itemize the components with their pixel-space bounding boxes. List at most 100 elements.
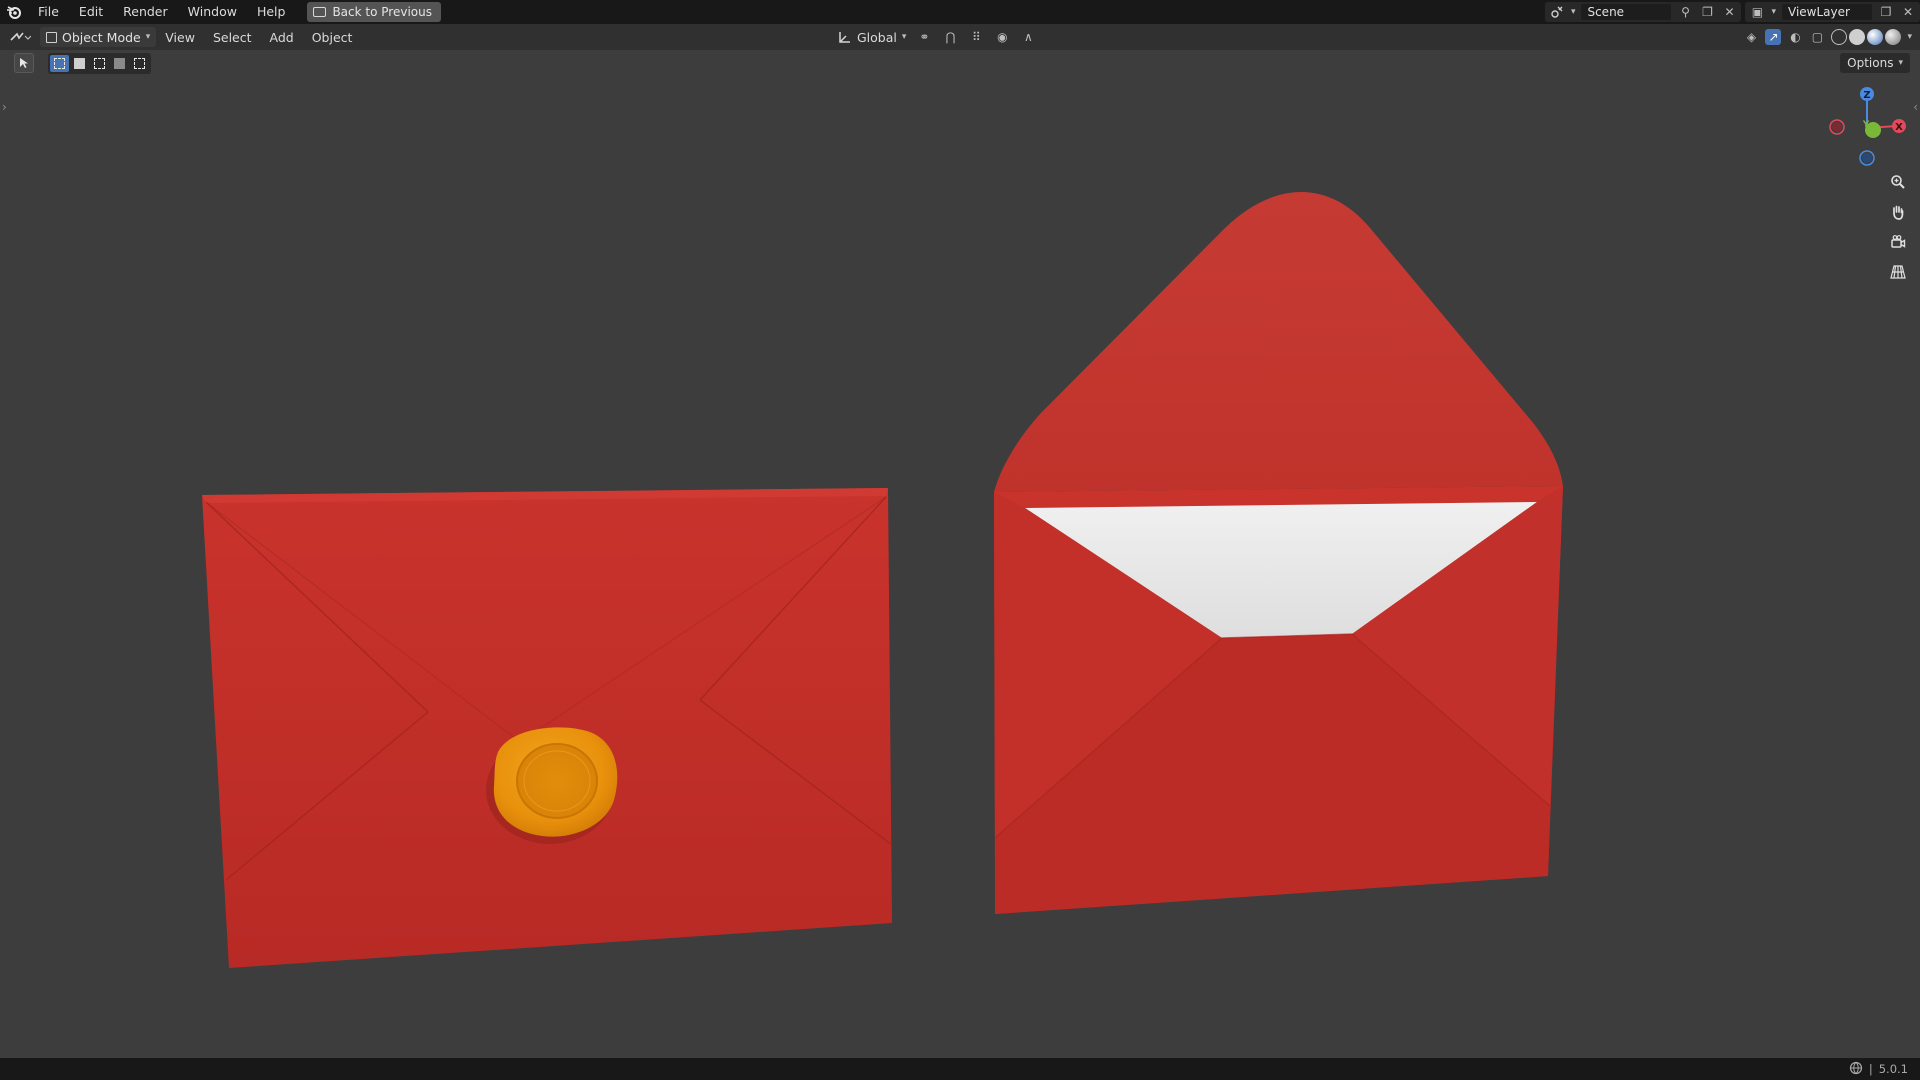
gizmo-y-label: Y [1862, 120, 1870, 130]
camera-view-button[interactable] [1886, 230, 1910, 254]
envelope-bottom-flap [995, 634, 1550, 914]
menu-help[interactable]: Help [247, 0, 296, 24]
options-label: Options [1847, 56, 1894, 70]
envelope-top-edge [202, 488, 888, 503]
pin-icon[interactable]: ⚲ [1677, 4, 1693, 20]
material-preview-shading-icon[interactable] [1867, 29, 1884, 45]
view-layer-name-field[interactable]: ViewLayer [1782, 4, 1872, 20]
viewport-header: Object Mode ▾ View Select Add Object Glo… [0, 24, 1920, 50]
camera-icon [1891, 235, 1906, 248]
snap-icon[interactable]: ⋂ [942, 29, 958, 45]
cube-icon [46, 31, 57, 43]
envelope-fold-lines [205, 496, 893, 881]
top-right-controls: ▾ Scene ⚲ ❐ ✕ ▣ ▾ ViewLayer ❐ ✕ [1544, 0, 1920, 24]
scene-name-field[interactable]: Scene [1581, 4, 1672, 20]
gizmo-x-handle[interactable] [1892, 119, 1906, 133]
menu-window[interactable]: Window [178, 0, 247, 24]
editor-type-button[interactable] [0, 24, 40, 50]
xray-icon[interactable]: ▢ [1809, 29, 1825, 45]
close-icon[interactable]: ✕ [1721, 4, 1737, 20]
visibility-icon[interactable]: ◈ [1743, 29, 1759, 45]
zoom-icon [1891, 175, 1905, 189]
menu-add[interactable]: Add [261, 30, 303, 45]
new-view-layer-icon[interactable]: ❐ [1878, 4, 1894, 20]
envelope-right-flap [1352, 486, 1563, 806]
blender-logo-icon[interactable] [0, 0, 28, 24]
gizmo-z-handle[interactable] [1860, 87, 1874, 101]
envelope-body [202, 488, 892, 968]
screen-icon [313, 7, 327, 17]
gizmo-neg-x-handle[interactable] [1829, 119, 1845, 135]
status-bar: | 5.0.1 [0, 1058, 1920, 1080]
menu-file[interactable]: File [28, 0, 69, 24]
chevron-down-icon: ▾ [1570, 7, 1576, 17]
orientation-icon [839, 32, 850, 43]
envelope-left-flap [994, 492, 1222, 838]
select-new-icon [54, 57, 65, 69]
open-envelope[interactable] [994, 192, 1563, 914]
view-layer-selector[interactable]: ▣ ▾ ViewLayer ❐ ✕ [1745, 2, 1920, 22]
solid-shading-icon[interactable] [1849, 29, 1866, 45]
envelope-back-body [994, 486, 1563, 914]
sidebar-expand-arrow-icon[interactable]: ‹ [1913, 100, 1918, 114]
perspective-toggle-button[interactable] [1886, 260, 1910, 284]
viewport-display-controls: ◈ ↗ ◐ ▢ ▾ [1743, 27, 1912, 47]
select-intersect-button[interactable] [130, 55, 149, 72]
snap-target-icon[interactable]: ⠿ [968, 29, 984, 45]
scene-selector[interactable]: ▾ Scene ⚲ ❐ ✕ [1544, 2, 1742, 22]
hand-icon [1893, 205, 1904, 220]
select-extend-icon [74, 57, 85, 69]
chevron-down-icon: ▾ [145, 32, 151, 42]
tool-settings-row [0, 50, 151, 76]
select-tool-button[interactable] [14, 53, 34, 73]
select-subtract-icon [94, 57, 105, 69]
close-icon[interactable]: ✕ [1900, 4, 1916, 20]
object-mode-label: Object Mode [62, 29, 141, 45]
wax-seal[interactable] [486, 727, 618, 844]
menu-view[interactable]: View [156, 30, 204, 45]
shading-modes [1831, 29, 1902, 45]
rendered-shading-icon[interactable] [1885, 29, 1902, 45]
back-to-previous-button[interactable]: Back to Previous [307, 2, 441, 22]
3d-viewport[interactable]: Z X Y [0, 0, 1920, 1058]
gizmo-neg-z-fill [1862, 153, 1872, 163]
gizmo-neg-x-fill [1832, 122, 1842, 132]
gizmo-z-label: Z [1863, 90, 1870, 101]
zoom-button[interactable] [1886, 170, 1910, 194]
pan-button[interactable] [1886, 200, 1910, 224]
new-scene-icon[interactable]: ❐ [1699, 4, 1715, 20]
closed-envelope[interactable] [202, 488, 893, 968]
wax-seal-shadow [486, 736, 614, 844]
toolbar-expand-arrow-icon[interactable]: › [2, 100, 7, 114]
navigation-gizmo[interactable]: Z X Y [1829, 87, 1906, 166]
gizmo-y-handle[interactable] [1865, 122, 1881, 138]
object-mode-dropdown[interactable]: Object Mode ▾ [40, 27, 157, 47]
select-subtract-button[interactable] [90, 55, 109, 72]
menu-object[interactable]: Object [303, 30, 362, 45]
chevron-down-icon: ▾ [901, 32, 907, 42]
wireframe-shading-icon[interactable] [1831, 29, 1848, 45]
select-invert-button[interactable] [110, 55, 129, 72]
gizmo-x-axis [1866, 125, 1898, 129]
proportional-editing-icon[interactable]: ◉ [994, 29, 1010, 45]
falloff-icon[interactable]: ∧ [1020, 29, 1036, 45]
gizmo-toggle-icon[interactable]: ↗ [1765, 29, 1782, 45]
gizmo-neg-z-handle[interactable] [1859, 150, 1875, 166]
pivot-point-icon[interactable]: ⚭ [916, 29, 932, 45]
scene-icon [1549, 4, 1565, 20]
options-dropdown[interactable]: Options ▾ [1840, 53, 1910, 73]
view-layer-icon: ▣ [1751, 5, 1764, 19]
envelope-fold-edges [994, 633, 1551, 839]
select-extend-button[interactable] [70, 55, 89, 72]
orientation-label: Global [857, 29, 897, 45]
menu-select[interactable]: Select [204, 30, 261, 45]
menu-edit[interactable]: Edit [69, 0, 113, 24]
select-new-button[interactable] [50, 54, 69, 72]
envelope-flap-outline [205, 496, 887, 743]
top-menu-bar: File Edit Render Window Help Back to Pre… [0, 0, 1920, 24]
transform-orientation-dropdown[interactable]: Global ▾ [838, 30, 906, 45]
overlays-icon[interactable]: ◐ [1787, 29, 1803, 45]
menu-render[interactable]: Render [113, 0, 178, 24]
chevron-down-icon[interactable]: ▾ [1907, 32, 1912, 42]
cursor-icon [20, 58, 28, 68]
